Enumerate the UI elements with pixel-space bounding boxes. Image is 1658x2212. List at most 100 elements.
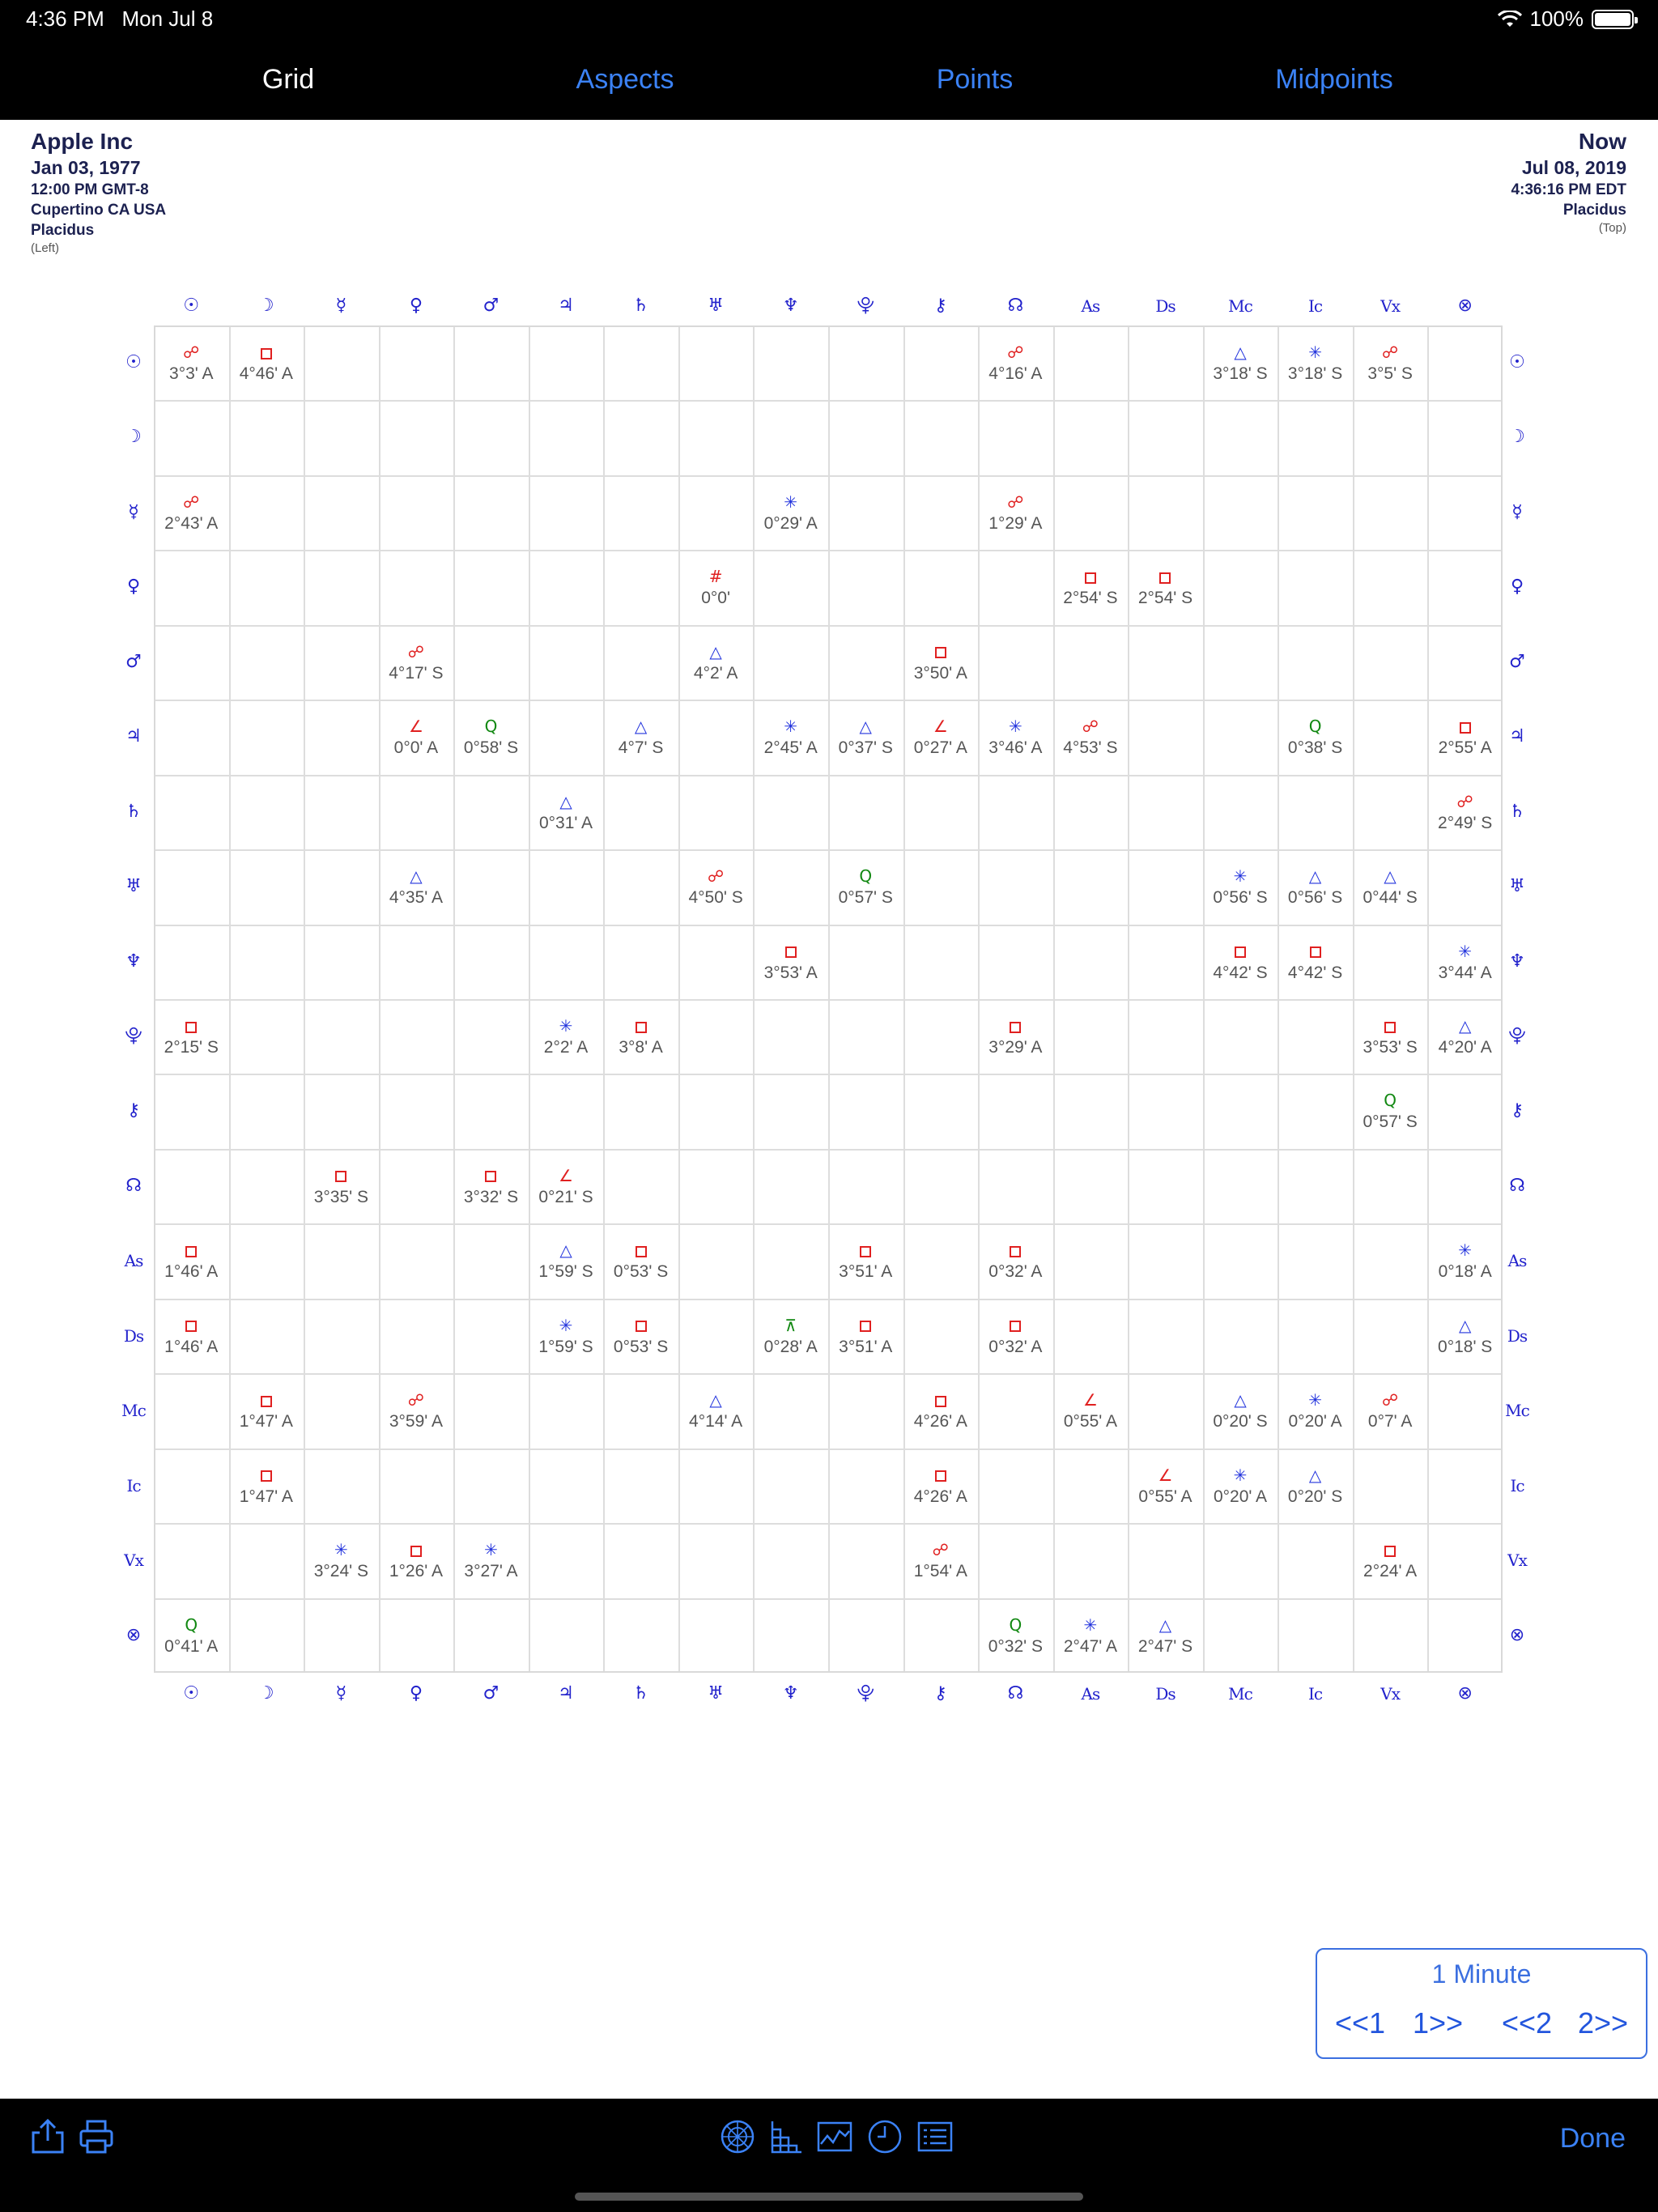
- aspect-cell-ascendant-part-of-fortune[interactable]: ✳ 0°18' A: [1427, 1223, 1503, 1298]
- aspect-cell-imum-coeli-chiron[interactable]: 4°26' A: [903, 1448, 979, 1523]
- aspect-cell-jupiter-neptune[interactable]: ✳ 2°45' A: [753, 700, 828, 774]
- aspect-cell-node-mercury[interactable]: 3°35' S: [304, 1149, 379, 1223]
- aspect-cell-node-jupiter[interactable]: ∠ 0°21' S: [529, 1149, 604, 1223]
- aspect-cell-part-of-fortune-node[interactable]: Q 0°32' S: [978, 1598, 1053, 1673]
- aspect-cell-sun-sun[interactable]: ☍ 3°3' A: [154, 325, 229, 400]
- aspect-cell-sun-moon[interactable]: 4°46' A: [229, 325, 304, 400]
- aspect-cell-descendant-pluto[interactable]: 3°51' A: [828, 1299, 903, 1373]
- aspect-cell-part-of-fortune-sun[interactable]: Q 0°41' A: [154, 1598, 229, 1673]
- aspect-grid-icon[interactable]: [767, 2118, 805, 2155]
- aspect-cell-mars-uranus[interactable]: △ 4°2' A: [678, 625, 754, 700]
- print-icon[interactable]: [78, 2118, 115, 2155]
- aspect-cell-jupiter-chiron[interactable]: ∠ 0°27' A: [903, 700, 979, 774]
- aspect-cell-uranus-pluto[interactable]: Q 0°57' S: [828, 849, 903, 924]
- aspect-cell-midheaven-venus[interactable]: ☍ 3°59' A: [379, 1373, 454, 1448]
- share-icon[interactable]: [29, 2118, 66, 2155]
- aspect-cell-uranus-venus[interactable]: △ 4°35' A: [379, 849, 454, 924]
- aspect-cell-pluto-node[interactable]: 3°29' A: [978, 999, 1053, 1074]
- clock-icon[interactable]: [866, 2118, 903, 2155]
- done-button[interactable]: Done: [1560, 2123, 1626, 2155]
- chart-wheel-icon[interactable]: [719, 2118, 756, 2155]
- step-back-1-button[interactable]: <<1: [1335, 2006, 1385, 2040]
- aspect-cell-mercury-node[interactable]: ☍ 1°29' A: [978, 475, 1053, 550]
- aspect-cell-node-mars[interactable]: 3°32' S: [453, 1149, 529, 1223]
- aspect-cell-midheaven-vertex[interactable]: ☍ 0°7' A: [1353, 1373, 1428, 1448]
- aspect-cell-neptune-midheaven[interactable]: 4°42' S: [1203, 925, 1278, 999]
- aspect-cell-pluto-jupiter[interactable]: ✳ 2°2' A: [529, 999, 604, 1074]
- list-icon[interactable]: [916, 2118, 954, 2155]
- aspect-cell-neptune-neptune[interactable]: 3°53' A: [753, 925, 828, 999]
- aspect-cell-ascendant-sun[interactable]: 1°46' A: [154, 1223, 229, 1298]
- aspect-cell-vertex-mars[interactable]: ✳ 3°27' A: [453, 1523, 529, 1597]
- aspect-cell-pluto-part-of-fortune[interactable]: △ 4°20' A: [1427, 999, 1503, 1074]
- aspect-cell-part-of-fortune-descendant[interactable]: △ 2°47' S: [1128, 1598, 1203, 1673]
- aspect-cell-venus-ascendant[interactable]: 2°54' S: [1053, 550, 1129, 624]
- aspect-cell-uranus-imum-coeli[interactable]: △ 0°56' S: [1278, 849, 1353, 924]
- aspect-cell-jupiter-pluto[interactable]: △ 0°37' S: [828, 700, 903, 774]
- aspect-cell-jupiter-mars[interactable]: Q 0°58' S: [453, 700, 529, 774]
- aspect-cell-midheaven-ascendant[interactable]: ∠ 0°55' A: [1053, 1373, 1129, 1448]
- aspect-cell-pluto-saturn[interactable]: 3°8' A: [603, 999, 678, 1074]
- aspect-cell-sun-midheaven[interactable]: △ 3°18' S: [1203, 325, 1278, 400]
- step-back-2-button[interactable]: <<2: [1502, 2006, 1552, 2040]
- aspect-cell-mars-venus[interactable]: ☍ 4°17' S: [379, 625, 454, 700]
- aspect-cell-midheaven-moon[interactable]: 1°47' A: [229, 1373, 304, 1448]
- aspect-cell-ascendant-node[interactable]: 0°32' A: [978, 1223, 1053, 1298]
- aspect-cell-mars-chiron[interactable]: 3°50' A: [903, 625, 979, 700]
- aspect-cell-midheaven-chiron[interactable]: 4°26' A: [903, 1373, 979, 1448]
- graph-icon[interactable]: [816, 2118, 853, 2155]
- aspect-cell-imum-coeli-imum-coeli[interactable]: △ 0°20' S: [1278, 1448, 1353, 1523]
- aspect-cell-ascendant-saturn[interactable]: 0°53' S: [603, 1223, 678, 1298]
- aspect-cell-saturn-part-of-fortune[interactable]: ☍ 2°49' S: [1427, 775, 1503, 849]
- aspect-cell-chiron-vertex[interactable]: Q 0°57' S: [1353, 1074, 1428, 1148]
- aspect-cell-descendant-sun[interactable]: 1°46' A: [154, 1299, 229, 1373]
- tab-grid[interactable]: Grid: [159, 39, 418, 120]
- aspect-cell-sun-vertex[interactable]: ☍ 3°5' S: [1353, 325, 1428, 400]
- aspect-cell-descendant-saturn[interactable]: 0°53' S: [603, 1299, 678, 1373]
- aspect-cell-jupiter-imum-coeli[interactable]: Q 0°38' S: [1278, 700, 1353, 774]
- aspect-cell-mercury-neptune[interactable]: ✳ 0°29' A: [753, 475, 828, 550]
- aspect-cell-saturn-jupiter[interactable]: △ 0°31' A: [529, 775, 604, 849]
- aspect-cell-descendant-neptune[interactable]: ⊼ 0°28' A: [753, 1299, 828, 1373]
- aspect-cell-part-of-fortune-ascendant[interactable]: ✳ 2°47' A: [1053, 1598, 1129, 1673]
- aspect-cell-pluto-sun[interactable]: 2°15' S: [154, 999, 229, 1074]
- aspect-cell-mercury-sun[interactable]: ☍ 2°43' A: [154, 475, 229, 550]
- aspect-cell-vertex-venus[interactable]: 1°26' A: [379, 1523, 454, 1597]
- aspect-cell-uranus-uranus[interactable]: ☍ 4°50' S: [678, 849, 754, 924]
- aspect-cell-sun-node[interactable]: ☍ 4°16' A: [978, 325, 1053, 400]
- aspect-cell-jupiter-ascendant[interactable]: ☍ 4°53' S: [1053, 700, 1129, 774]
- time-step-label[interactable]: 1 Minute: [1317, 1959, 1646, 1989]
- aspect-cell-jupiter-part-of-fortune[interactable]: 2°55' A: [1427, 700, 1503, 774]
- tab-points[interactable]: Points: [845, 39, 1104, 120]
- aspect-cell-neptune-imum-coeli[interactable]: 4°42' S: [1278, 925, 1353, 999]
- aspect-cell-jupiter-venus[interactable]: ∠ 0°0' A: [379, 700, 454, 774]
- aspect-cell-venus-uranus[interactable]: #0°0': [678, 550, 754, 624]
- aspect-cell-sun-imum-coeli[interactable]: ✳ 3°18' S: [1278, 325, 1353, 400]
- aspect-cell-vertex-vertex[interactable]: 2°24' A: [1353, 1523, 1428, 1597]
- aspect-cell-descendant-part-of-fortune[interactable]: △ 0°18' S: [1427, 1299, 1503, 1373]
- col-head-top-chiron: ⚷: [903, 290, 979, 322]
- step-forward-2-button[interactable]: 2>>: [1578, 2006, 1628, 2040]
- aspect-cell-descendant-node[interactable]: 0°32' A: [978, 1299, 1053, 1373]
- step-forward-1-button[interactable]: 1>>: [1413, 2006, 1463, 2040]
- aspect-cell-imum-coeli-moon[interactable]: 1°47' A: [229, 1448, 304, 1523]
- aspect-cell-midheaven-midheaven[interactable]: △ 0°20' S: [1203, 1373, 1278, 1448]
- aspect-cell-ascendant-jupiter[interactable]: △ 1°59' S: [529, 1223, 604, 1298]
- aspect-cell-descendant-jupiter[interactable]: ✳ 1°59' S: [529, 1299, 604, 1373]
- aspect-cell-vertex-chiron[interactable]: ☍ 1°54' A: [903, 1523, 979, 1597]
- aspect-cell-pluto-vertex[interactable]: 3°53' S: [1353, 999, 1428, 1074]
- aspect-cell-midheaven-uranus[interactable]: △ 4°14' A: [678, 1373, 754, 1448]
- aspect-cell-neptune-part-of-fortune[interactable]: ✳ 3°44' A: [1427, 925, 1503, 999]
- aspect-cell-uranus-vertex[interactable]: △ 0°44' S: [1353, 849, 1428, 924]
- aspect-cell-midheaven-imum-coeli[interactable]: ✳ 0°20' A: [1278, 1373, 1353, 1448]
- aspect-cell-imum-coeli-descendant[interactable]: ∠ 0°55' A: [1128, 1448, 1203, 1523]
- aspect-cell-jupiter-saturn[interactable]: △ 4°7' S: [603, 700, 678, 774]
- aspect-cell-venus-descendant[interactable]: 2°54' S: [1128, 550, 1203, 624]
- tab-aspects[interactable]: Aspects: [495, 39, 755, 120]
- aspect-cell-jupiter-node[interactable]: ✳ 3°46' A: [978, 700, 1053, 774]
- aspect-cell-uranus-midheaven[interactable]: ✳ 0°56' S: [1203, 849, 1278, 924]
- aspect-cell-imum-coeli-midheaven[interactable]: ✳ 0°20' A: [1203, 1448, 1278, 1523]
- tab-midpoints[interactable]: Midpoints: [1205, 39, 1464, 120]
- aspect-cell-ascendant-pluto[interactable]: 3°51' A: [828, 1223, 903, 1298]
- aspect-cell-vertex-mercury[interactable]: ✳ 3°24' S: [304, 1523, 379, 1597]
